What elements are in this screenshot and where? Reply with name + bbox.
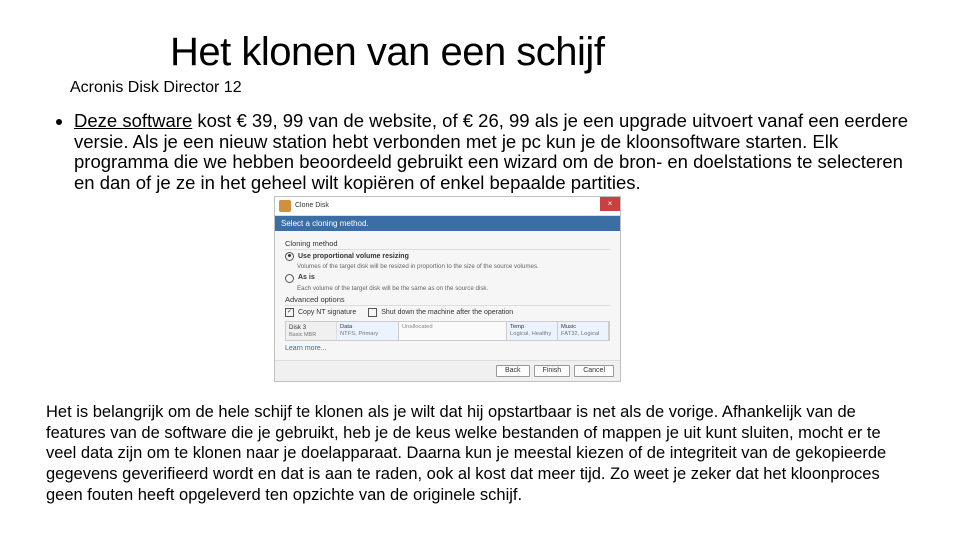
- part-name: Music: [561, 324, 605, 331]
- finish-button[interactable]: Finish: [534, 365, 571, 377]
- bullet-link[interactable]: Deze software: [74, 110, 192, 131]
- clone-dialog-image: Clone Disk × Select a cloning method. Cl…: [274, 196, 910, 382]
- disk-layout: Disk 3 Basic MBR Data NTFS, Primary Unal…: [285, 321, 610, 341]
- cancel-button[interactable]: Cancel: [574, 365, 614, 377]
- radio2-label: As is: [298, 274, 315, 282]
- clone-window: Clone Disk × Select a cloning method. Cl…: [274, 196, 621, 382]
- partition-temp[interactable]: Temp Logical, Healthy: [507, 322, 558, 340]
- radio1-label: Use proportional volume resizing: [298, 253, 409, 261]
- radio-icon: [285, 252, 294, 261]
- bullet-list: Deze software kost € 39, 99 van de websi…: [46, 111, 920, 382]
- radio-icon: [285, 274, 294, 283]
- footer-paragraph: Het is belangrijk om de hele schijf te k…: [40, 402, 920, 505]
- part-sub: Logical, Healthy: [510, 331, 554, 338]
- part-sub: FAT32, Logical: [561, 331, 605, 338]
- close-icon[interactable]: ×: [600, 197, 620, 211]
- advanced-options-label: Advanced options: [285, 295, 610, 306]
- radio1-desc: Volumes of the target disk will be resiz…: [297, 263, 610, 270]
- disk-label: Disk 3 Basic MBR: [286, 322, 337, 340]
- back-button[interactable]: Back: [496, 365, 530, 377]
- check1-label: Copy NT signature: [298, 309, 356, 317]
- cloning-method-label: Cloning method: [285, 239, 610, 250]
- clone-window-titlebar: Clone Disk ×: [275, 197, 620, 216]
- radio2-desc: Each volume of the target disk will be t…: [297, 285, 610, 292]
- learn-more-link[interactable]: Learn more...: [285, 345, 610, 353]
- wizard-header: Select a cloning method.: [275, 216, 620, 232]
- partition-music[interactable]: Music FAT32, Logical: [558, 322, 609, 340]
- check2-label: Shut down the machine after the operatio…: [381, 309, 513, 317]
- slide-title: Het klonen van een schijf: [170, 30, 920, 75]
- part-name: Temp: [510, 324, 554, 331]
- bullet-text: kost € 39, 99 van de website, of € 26, 9…: [74, 110, 908, 193]
- radio-as-is[interactable]: As is: [285, 274, 610, 283]
- part-sub: NTFS, Primary: [340, 331, 395, 338]
- disk-name: Disk 3: [289, 324, 333, 331]
- radio-proportional[interactable]: Use proportional volume resizing: [285, 252, 610, 261]
- window-title-text: Clone Disk: [295, 202, 329, 210]
- partition-unallocated: Unallocated: [399, 322, 507, 340]
- checkbox-shutdown[interactable]: [368, 308, 377, 317]
- disk-sub: Basic MBR: [289, 332, 333, 339]
- bullet-item: Deze software kost € 39, 99 van de websi…: [74, 111, 920, 382]
- part-name: Data: [340, 324, 395, 331]
- checkbox-copy-nt[interactable]: ✓: [285, 308, 294, 317]
- partition-data[interactable]: Data NTFS, Primary: [337, 322, 399, 340]
- app-icon: [279, 200, 291, 212]
- slide-subtitle: Acronis Disk Director 12: [70, 79, 920, 97]
